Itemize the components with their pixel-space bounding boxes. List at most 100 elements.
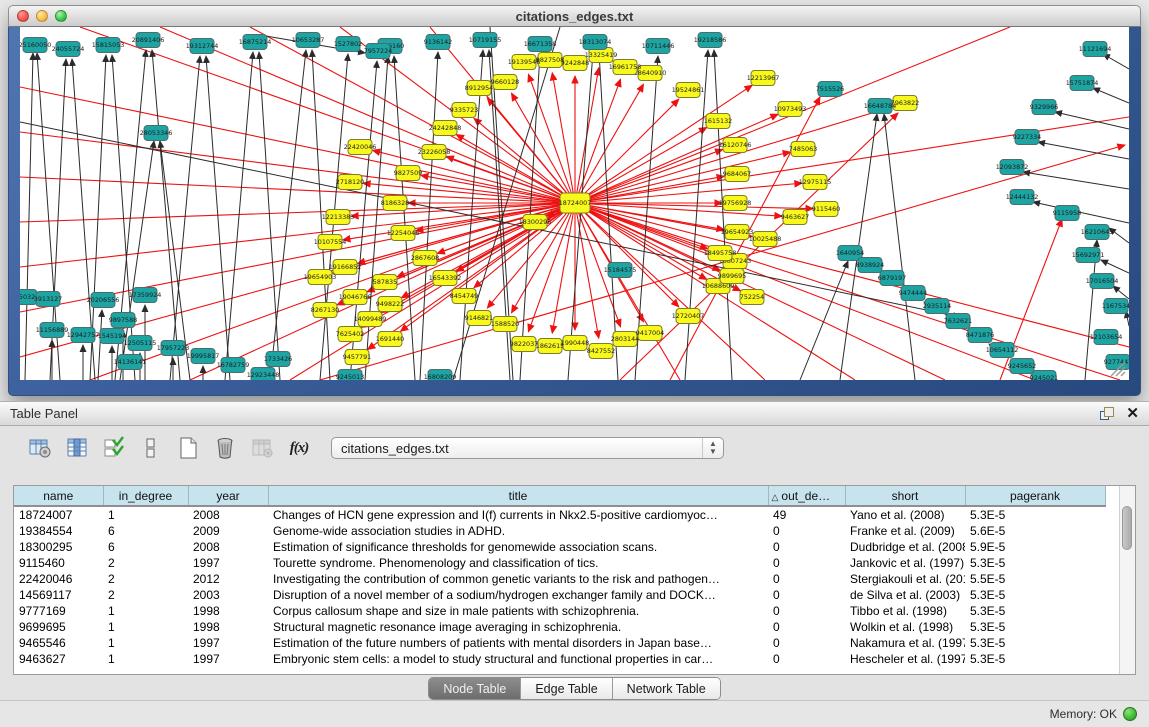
graph-node[interactable]: 12975115 — [799, 175, 832, 190]
table-cell[interactable]: 1998 — [188, 619, 268, 635]
column-header-year[interactable]: year — [188, 486, 268, 506]
tab-network-table[interactable]: Network Table — [613, 678, 720, 699]
function-builder-icon[interactable]: f(x) — [286, 435, 312, 461]
table-cell[interactable]: 5.5E-5 — [965, 571, 1105, 587]
graph-node[interactable]: 9827509 — [394, 166, 422, 181]
tab-node-table[interactable]: Node Table — [429, 678, 521, 699]
graph-node[interactable]: 16648784 — [864, 99, 897, 114]
table-cell[interactable]: 0 — [768, 603, 845, 619]
table-cell[interactable]: Investigating the contribution of common… — [268, 571, 768, 587]
graph-node[interactable]: 10654112 — [986, 343, 1019, 358]
graph-node[interactable]: 9329966 — [1030, 100, 1058, 115]
column-header-short[interactable]: short — [845, 486, 965, 506]
graph-node[interactable]: 19654903 — [304, 270, 337, 285]
graph-node[interactable]: 9115460 — [812, 202, 840, 217]
graph-node[interactable]: 17957223 — [157, 341, 190, 356]
delete-rows-icon[interactable] — [212, 435, 238, 461]
column-header-out_de[interactable]: △out_de… — [768, 486, 845, 506]
table-cell[interactable]: 0 — [768, 539, 845, 555]
table-cell[interactable]: Disruption of a novel member of a sodium… — [268, 587, 768, 603]
graph-node[interactable]: 8454749 — [450, 289, 478, 304]
table-cell[interactable]: 2012 — [188, 571, 268, 587]
graph-node[interactable]: 16210645 — [1081, 225, 1114, 240]
graph-node[interactable]: 9684067 — [723, 167, 751, 182]
table-cell[interactable]: 1 — [103, 635, 188, 651]
table-cell[interactable]: 5.6E-5 — [965, 523, 1105, 539]
table-cell[interactable]: Structural magnetic resonance image aver… — [268, 619, 768, 635]
graph-node[interactable]: 16875214 — [239, 35, 272, 50]
column-header-pagerank[interactable]: pagerank — [965, 486, 1105, 506]
table-cell[interactable]: Estimation of the future numbers of pati… — [268, 635, 768, 651]
graph-node[interactable]: 7625402 — [336, 327, 364, 342]
graph-node[interactable]: 7515526 — [816, 82, 844, 97]
graph-node[interactable]: 9115958 — [1053, 206, 1081, 221]
graph-node[interactable]: 8267130 — [311, 303, 339, 318]
graph-node[interactable]: 8938924 — [856, 258, 884, 273]
graph-node[interactable]: 10025488 — [749, 232, 782, 247]
graph-node[interactable]: 6879197 — [878, 271, 906, 286]
table-settings-icon[interactable] — [27, 435, 53, 461]
graph-node[interactable]: 752254 — [740, 290, 764, 305]
table-cell[interactable]: Dudbridge et al. (2008) — [845, 539, 965, 555]
graph-node[interactable]: 25160050 — [20, 38, 51, 53]
graph-node[interactable]: 9457791 — [343, 350, 371, 365]
window-titlebar[interactable]: citations_edges.txt — [8, 5, 1141, 27]
graph-node[interactable]: 18724007 — [559, 193, 592, 213]
table-cell[interactable]: Franke et al. (2009) — [845, 523, 965, 539]
table-cell[interactable]: 5.3E-5 — [965, 587, 1105, 603]
graph-node[interactable]: 10719155 — [469, 33, 502, 48]
graph-node[interactable]: 8427552 — [587, 344, 615, 359]
table-cell[interactable]: 5.3E-5 — [965, 555, 1105, 571]
graph-node[interactable]: 17016504 — [1086, 274, 1119, 289]
graph-node[interactable]: 19312744 — [186, 39, 219, 54]
table-cell[interactable]: 2003 — [188, 587, 268, 603]
graph-node[interactable]: 20206556 — [87, 293, 120, 308]
table-cell[interactable]: 9115460 — [14, 555, 103, 571]
graph-node[interactable]: 9335723 — [450, 103, 478, 118]
graph-node[interactable]: 10973493 — [774, 102, 807, 117]
graph-node[interactable]: 1527802 — [334, 37, 362, 52]
graph-node[interactable]: 20891406 — [132, 33, 165, 48]
graph-node[interactable]: 9474444 — [899, 286, 927, 301]
table-cell[interactable]: Embryonic stem cells: a model to study s… — [268, 651, 768, 667]
graph-node[interactable]: 18300295 — [519, 215, 552, 230]
graph-node[interactable]: 1733426 — [264, 352, 292, 367]
table-row[interactable]: 969969511998Structural magnetic resonanc… — [14, 619, 1105, 635]
tab-edge-table[interactable]: Edge Table — [521, 678, 612, 699]
graph-node[interactable]: 12942757 — [67, 328, 100, 343]
minimize-window-button[interactable] — [36, 10, 48, 22]
delete-table-icon[interactable] — [249, 435, 275, 461]
network-graph[interactable]: 1872400718300295232260589827509818632812… — [20, 27, 1129, 380]
table-cell[interactable]: 6 — [103, 523, 188, 539]
graph-node[interactable]: 15184575 — [604, 263, 637, 278]
table-cell[interactable]: 1 — [103, 506, 188, 523]
table-cell[interactable]: Tourette syndrome. Phenomenology and cla… — [268, 555, 768, 571]
graph-node[interactable]: 12254046 — [387, 226, 420, 241]
graph-node[interactable]: 15815053 — [92, 38, 125, 53]
graph-node[interactable]: 23226058 — [418, 145, 451, 160]
graph-node[interactable]: 17359924 — [129, 288, 162, 303]
table-cell[interactable]: 5.3E-5 — [965, 619, 1105, 635]
graph-node[interactable]: 2718120 — [336, 175, 364, 190]
table-cell[interactable]: 0 — [768, 651, 845, 667]
graph-node[interactable]: 10107554 — [314, 235, 347, 250]
table-cell[interactable]: Changes of HCN gene expression and I(f) … — [268, 506, 768, 523]
graph-node[interactable]: 16961758 — [609, 60, 642, 75]
graph-node[interactable]: 12444132 — [1006, 190, 1039, 205]
show-column-icon[interactable] — [64, 435, 90, 461]
table-row[interactable]: 1830029562008Estimation of significance … — [14, 539, 1105, 555]
table-cell[interactable]: 1 — [103, 619, 188, 635]
table-cell[interactable]: 0 — [768, 619, 845, 635]
table-cell[interactable]: 1 — [103, 651, 188, 667]
table-row[interactable]: 946554611997Estimation of the future num… — [14, 635, 1105, 651]
table-cell[interactable]: 18300295 — [14, 539, 103, 555]
graph-node[interactable]: 15692971 — [1072, 248, 1105, 263]
table-cell[interactable]: Tibbo et al. (1998) — [845, 603, 965, 619]
float-panel-icon[interactable] — [1100, 407, 1114, 420]
network-canvas[interactable]: 1872400718300295232260589827509818632812… — [20, 27, 1129, 380]
table-cell[interactable]: 2008 — [188, 539, 268, 555]
column-header-name[interactable]: name — [14, 486, 103, 506]
graph-node[interactable]: 9245021 — [1030, 371, 1058, 381]
graph-node[interactable]: 9897588 — [109, 313, 137, 328]
new-table-icon[interactable] — [175, 435, 201, 461]
